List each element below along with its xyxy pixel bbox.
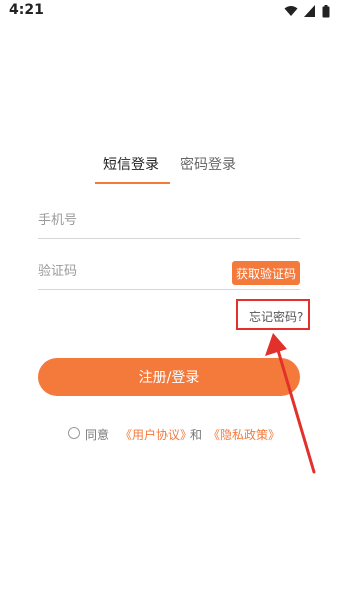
status-icons [284,4,330,18]
and-label: 和 [190,428,203,442]
agree-checkbox[interactable] [68,427,80,439]
code-field: 获取验证码 [38,259,300,290]
battery-icon [322,4,330,17]
forgot-password-highlight-box: 忘记密码? [236,299,310,330]
register-login-button[interactable]: 注册/登录 [38,358,300,396]
wifi-icon [284,6,298,16]
status-time: 4:21 [9,2,44,18]
arrow-head [265,333,287,356]
agree-label: 同意 [85,428,110,442]
user-agreement-link[interactable]: 《用户协议》 [120,426,192,443]
verification-code-input[interactable] [38,259,218,283]
phone-input[interactable] [38,208,218,232]
status-bar: 4:21 [0,0,338,22]
privacy-policy-link[interactable]: 《隐私政策》 [208,426,280,443]
login-screen: 4:21 短信登录 密码登录 获取验证码 忘记密码? 注册/登录 同 [0,0,338,600]
phone-field [38,208,300,239]
agreement-row: 同意 《用户协议》 和 《隐私政策》 [0,426,338,444]
get-code-button[interactable]: 获取验证码 [232,261,300,285]
tab-sms-login[interactable]: 短信登录 [103,156,159,174]
active-tab-indicator [95,182,170,184]
signal-icon [304,5,315,17]
forgot-password-link[interactable]: 忘记密码? [249,308,303,325]
tab-password-login[interactable]: 密码登录 [180,156,236,174]
